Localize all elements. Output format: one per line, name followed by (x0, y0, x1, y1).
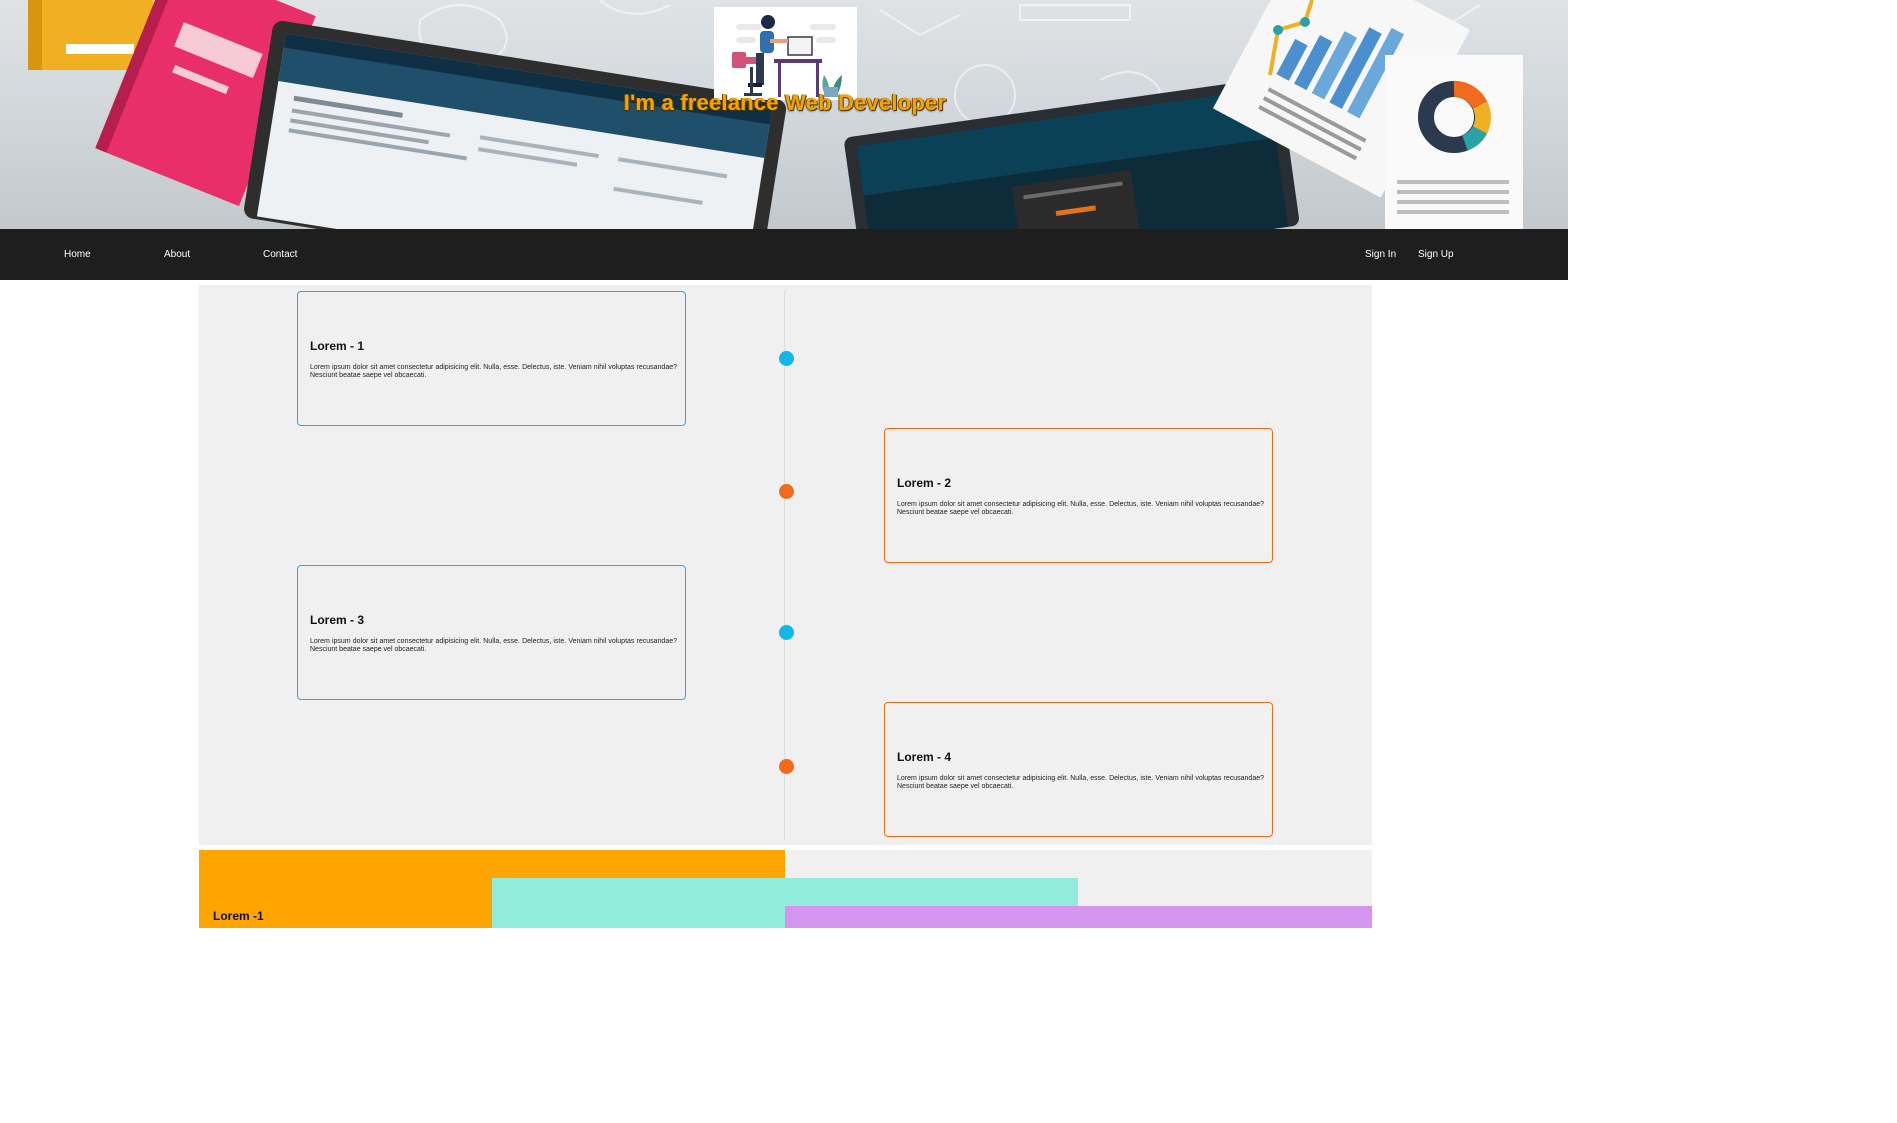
nav-sign-up-link[interactable]: Sign Up (1418, 229, 1454, 280)
nav-contact-link[interactable]: Contact (263, 229, 297, 280)
timeline-section: Lorem - 1 Lorem ipsum dolor sit amet con… (199, 285, 1372, 845)
timeline-card-text: Lorem ipsum dolor sit amet consectetur a… (310, 364, 677, 379)
feature-block-title: Lorem -1 (213, 909, 264, 923)
timeline-card-text: Lorem ipsum dolor sit amet consectetur a… (897, 775, 1264, 790)
nav-sign-in-link[interactable]: Sign In (1365, 229, 1396, 280)
feature-block-purple (785, 906, 1372, 928)
developer-at-desk-illustration (732, 15, 842, 97)
page: I'm a freelance Web Developer Home About… (0, 0, 1568, 928)
hero-banner: I'm a freelance Web Developer (0, 0, 1568, 229)
feature-blocks-section: Lorem -1 (199, 850, 1372, 928)
nav-about-link[interactable]: About (164, 229, 190, 280)
timeline-card-title: Lorem - 3 (310, 613, 365, 627)
timeline-card-text: Lorem ipsum dolor sit amet consectetur a… (897, 501, 1264, 516)
timeline-card: Lorem - 2 Lorem ipsum dolor sit amet con… (884, 428, 1273, 563)
timeline-card-title: Lorem - 4 (897, 750, 952, 764)
timeline-card-text: Lorem ipsum dolor sit amet consectetur a… (310, 638, 677, 653)
timeline-dot (779, 625, 794, 640)
timeline-dot (779, 759, 794, 774)
nav-home-link[interactable]: Home (64, 229, 91, 280)
timeline-card: Lorem - 4 Lorem ipsum dolor sit amet con… (884, 702, 1273, 837)
developer-logo (714, 7, 857, 100)
timeline-card: Lorem - 3 Lorem ipsum dolor sit amet con… (297, 565, 686, 700)
top-navbar: Home About Contact Sign In Sign Up (0, 229, 1568, 280)
timeline-dot (779, 484, 794, 499)
timeline-card-title: Lorem - 2 (897, 476, 952, 490)
timeline-card-title: Lorem - 1 (310, 339, 365, 353)
timeline-card: Lorem - 1 Lorem ipsum dolor sit amet con… (297, 291, 686, 426)
hero-title: I'm a freelance Web Developer (623, 90, 947, 115)
timeline-line (784, 290, 785, 840)
timeline-dot (779, 351, 794, 366)
